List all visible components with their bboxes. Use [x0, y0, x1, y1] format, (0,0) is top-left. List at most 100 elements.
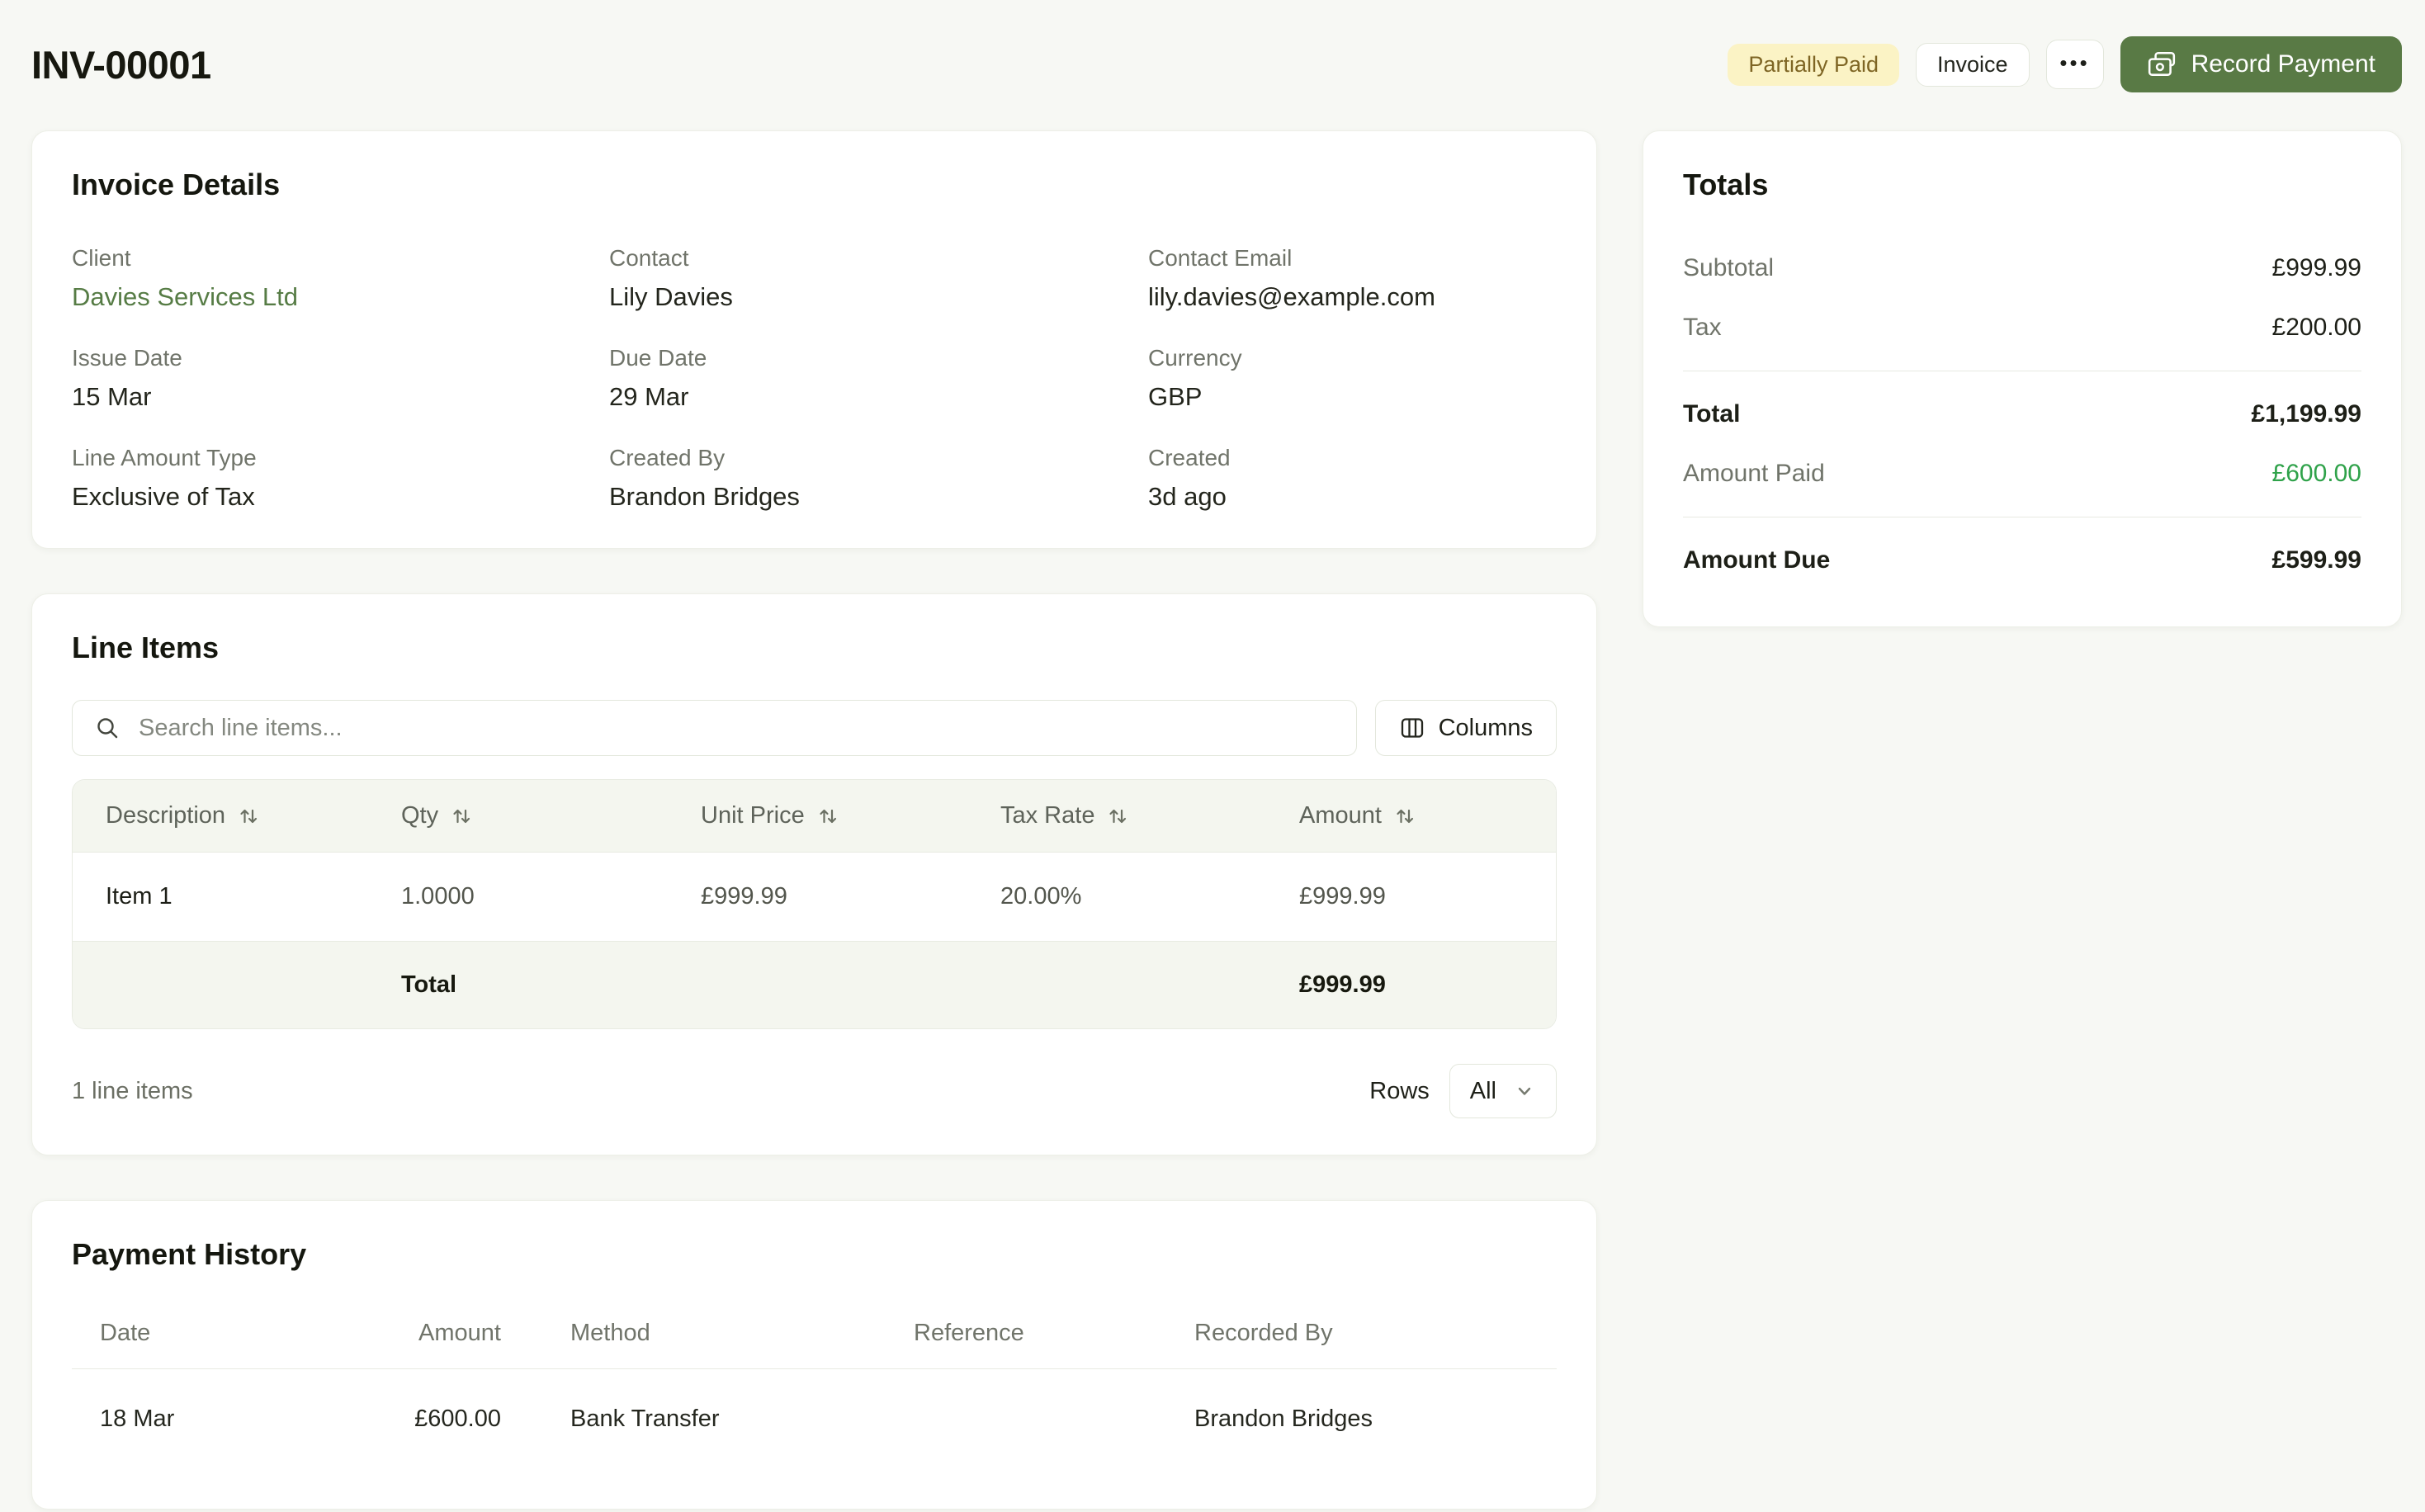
- subtotal-row: Subtotal £999.99: [1683, 239, 2361, 298]
- payment-history-title: Payment History: [72, 1237, 307, 1271]
- field-value: lily.davies@example.com: [1148, 282, 1435, 311]
- field-line-amount-type: Line Amount Type Exclusive of Tax: [72, 445, 609, 512]
- field-contact-email: Contact Email lily.davies@example.com: [1148, 245, 1557, 312]
- line-items-footer: 1 line items Rows All: [72, 1064, 1557, 1118]
- tax-value: £200.00: [2271, 314, 2361, 341]
- subtotal-label: Subtotal: [1683, 254, 1775, 281]
- totals-card: Totals Subtotal £999.99 Tax £200.00 Tota…: [1643, 130, 2402, 627]
- field-value: GBP: [1148, 382, 1203, 411]
- search-input[interactable]: [137, 713, 1335, 743]
- line-items-total-label: Total: [401, 971, 457, 998]
- line-items-table: Description Qty Unit Price Tax Rate Amou…: [72, 779, 1557, 1029]
- line-item-row: Item 1 1.0000 £999.99 20.00% £999.99: [73, 852, 1556, 941]
- column-header-label: Description: [106, 802, 226, 829]
- more-actions-button[interactable]: •••: [2045, 40, 2104, 89]
- payment-history-card: Payment History Date Amount Method Refer…: [31, 1200, 1597, 1510]
- line-item-description: Item 1: [106, 883, 173, 910]
- field-label: Line Amount Type: [72, 445, 257, 470]
- subtotal-value: £999.99: [2271, 254, 2361, 281]
- client-link[interactable]: Davies Services Ltd: [72, 282, 609, 312]
- empty-cell: [967, 942, 1266, 1028]
- sort-description-header[interactable]: Description: [73, 780, 368, 852]
- field-label: Created: [1148, 445, 1231, 470]
- line-item-amount: £999.99: [1299, 883, 1386, 910]
- tax-label: Tax: [1683, 314, 1722, 341]
- sort-amount-header[interactable]: Amount: [1266, 780, 1556, 852]
- field-created-by: Created By Brandon Bridges: [609, 445, 1148, 512]
- page-header: INV-00001 Partially Paid Invoice ••• Rec…: [31, 33, 2402, 96]
- page-title: INV-00001: [31, 42, 211, 87]
- field-label: Currency: [1148, 345, 1242, 371]
- line-item-tax-rate: 20.00%: [1000, 883, 1082, 910]
- sort-qty-header[interactable]: Qty: [368, 780, 668, 852]
- line-items-card: Line Items Search line items... Columns …: [31, 593, 1597, 1155]
- ph-method-header: Method: [570, 1320, 650, 1346]
- record-payment-button[interactable]: Record Payment: [2120, 36, 2402, 92]
- ph-date-header: Date: [100, 1320, 151, 1346]
- field-value: Brandon Bridges: [609, 482, 800, 511]
- field-label: Created By: [609, 445, 726, 470]
- total-value: £1,199.99: [2251, 400, 2361, 428]
- sort-icon: [1106, 805, 1129, 828]
- totals-rows: Subtotal £999.99 Tax £200.00 Total £1,19…: [1683, 239, 2361, 590]
- columns-icon: [1399, 715, 1425, 741]
- ph-amount-header: Amount: [418, 1320, 501, 1346]
- field-due-date: Due Date 29 Mar: [609, 345, 1148, 412]
- sort-icon: [816, 805, 839, 828]
- field-value: 15 Mar: [72, 382, 152, 411]
- invoice-details-title: Invoice Details: [72, 168, 281, 201]
- line-items-search[interactable]: [72, 700, 1357, 756]
- invoice-details-grid: Client Davies Services Ltd Contact Lily …: [72, 245, 1557, 512]
- payment-method: Bank Transfer: [570, 1406, 720, 1432]
- field-label: Issue Date: [72, 345, 182, 371]
- field-issue-date: Issue Date 15 Mar: [72, 345, 609, 412]
- columns-button[interactable]: Columns: [1374, 700, 1557, 756]
- totals-title: Totals: [1683, 168, 1769, 201]
- sort-icon: [237, 805, 260, 828]
- sort-icon: [450, 805, 473, 828]
- ph-recorded-by-header: Recorded By: [1194, 1320, 1333, 1346]
- rows-picker: Rows All: [1369, 1064, 1557, 1118]
- header-actions: Partially Paid Invoice ••• Record Paymen…: [1728, 36, 2402, 92]
- field-contact: Contact Lily Davies: [609, 245, 1148, 312]
- field-label: Due Date: [609, 345, 707, 371]
- column-header-label: Tax Rate: [1000, 802, 1095, 829]
- status-badge: Partially Paid: [1728, 43, 1899, 86]
- total-row: Total £1,199.99: [1683, 385, 2361, 444]
- rows-label: Rows: [1369, 1077, 1430, 1104]
- payment-date: 18 Mar: [100, 1406, 175, 1432]
- line-item-qty: 1.0000: [401, 883, 475, 910]
- amount-due-label: Amount Due: [1683, 546, 1831, 574]
- field-value: 29 Mar: [609, 382, 689, 411]
- sort-unit-price-header[interactable]: Unit Price: [668, 780, 967, 852]
- search-icon: [94, 715, 121, 741]
- sort-icon: [1393, 805, 1416, 828]
- amount-paid-value: £600.00: [2271, 460, 2361, 487]
- field-label: Client: [72, 245, 131, 271]
- payment-recorded-by: Brandon Bridges: [1194, 1406, 1373, 1432]
- ellipsis-icon: •••: [2059, 50, 2090, 75]
- invoice-type-badge: Invoice: [1916, 42, 2030, 87]
- tax-row: Tax £200.00: [1683, 298, 2361, 357]
- field-currency: Currency GBP: [1148, 345, 1557, 412]
- field-value: Lily Davies: [609, 282, 733, 311]
- line-items-total-row: Total £999.99: [73, 941, 1556, 1028]
- amount-paid-row: Amount Paid £600.00: [1683, 444, 2361, 503]
- chevron-down-icon: [1513, 1080, 1536, 1103]
- amount-due-value: £599.99: [2271, 546, 2361, 574]
- field-created: Created 3d ago: [1148, 445, 1557, 512]
- rows-per-page-select[interactable]: All: [1449, 1064, 1557, 1118]
- column-header-label: Unit Price: [701, 802, 805, 829]
- rows-select-value: All: [1469, 1077, 1496, 1104]
- invoice-details-card: Invoice Details Client Davies Services L…: [31, 130, 1597, 549]
- sort-tax-rate-header[interactable]: Tax Rate: [967, 780, 1266, 852]
- line-items-title: Line Items: [72, 631, 220, 664]
- record-payment-label: Record Payment: [2191, 50, 2375, 78]
- banknote-icon: [2147, 50, 2177, 79]
- payment-row: 18 Mar £600.00 Bank Transfer Brandon Bri…: [72, 1369, 1557, 1433]
- column-header-label: Amount: [1299, 802, 1382, 829]
- columns-button-label: Columns: [1438, 714, 1533, 741]
- total-label: Total: [1683, 400, 1741, 428]
- amount-due-row: Amount Due £599.99: [1683, 531, 2361, 590]
- ph-reference-header: Reference: [914, 1320, 1024, 1346]
